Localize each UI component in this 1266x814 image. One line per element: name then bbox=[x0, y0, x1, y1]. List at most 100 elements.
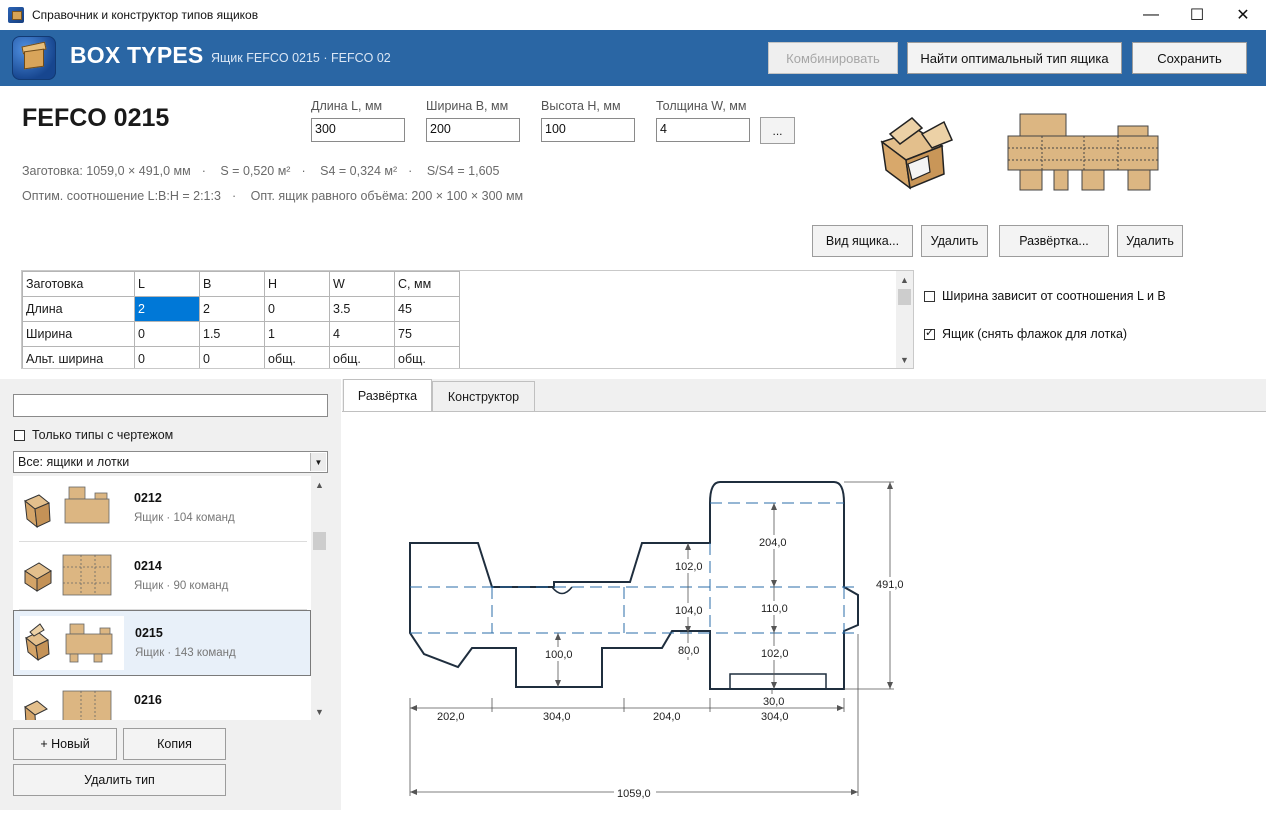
dim-label: 1059,0 bbox=[617, 788, 651, 800]
tab-constructor[interactable]: Конструктор bbox=[432, 381, 535, 412]
dim-label: 102,0 bbox=[761, 648, 789, 660]
grid-header: H bbox=[264, 271, 330, 297]
tab-unfold[interactable]: Развёртка bbox=[343, 379, 432, 412]
unfold-button[interactable]: Развёртка... bbox=[999, 225, 1109, 257]
unfold-drawing-canvas[interactable]: 204,0 102,0 104,0 110,0 80,0 100,0 102,0… bbox=[342, 411, 1266, 810]
thickness-label: Толщина W, мм bbox=[656, 99, 747, 113]
is-box-option[interactable]: Ящик (снять флажок для лотка) bbox=[924, 326, 1127, 341]
optimal-ratio: Оптим. соотношение L:B:H = 2:1:3 bbox=[22, 189, 221, 203]
type-list: 0212 Ящик · 104 команд 0214 Ящик · 90 ко… bbox=[13, 476, 328, 720]
grid-cell[interactable]: 45 bbox=[394, 296, 460, 322]
dim-label: 304,0 bbox=[761, 711, 789, 723]
scroll-up-icon[interactable]: ▲ bbox=[311, 476, 328, 493]
grid-cell[interactable]: 1 bbox=[264, 321, 330, 347]
box-logo-icon bbox=[12, 36, 56, 80]
dim-label: 204,0 bbox=[653, 711, 681, 723]
width-depends-checkbox[interactable] bbox=[924, 290, 935, 302]
maximize-icon[interactable]: ☐ bbox=[1174, 0, 1220, 30]
scroll-down-icon[interactable]: ▼ bbox=[311, 703, 328, 720]
minimize-icon[interactable]: — bbox=[1128, 0, 1174, 30]
item-name: 0215 bbox=[135, 626, 163, 640]
grid-cell[interactable]: общ. bbox=[264, 346, 330, 368]
list-item[interactable]: 0212 Ящик · 104 команд bbox=[13, 476, 311, 542]
width-depends-option[interactable]: Ширина зависит от соотношения L и B bbox=[924, 289, 1166, 303]
box-view-button[interactable]: Вид ящика... bbox=[812, 225, 913, 257]
item-desc: Ящик · 90 команд bbox=[134, 580, 229, 592]
item-name: 0216 bbox=[134, 693, 162, 707]
delete-type-button[interactable]: Удалить тип bbox=[13, 764, 226, 796]
grid-header: L bbox=[134, 271, 200, 297]
grid-cell[interactable]: 2 bbox=[134, 296, 200, 322]
header: BOX TYPES Ящик FEFCO 0215 · FEFCO 02 Ком… bbox=[0, 30, 1266, 86]
item-name: 0212 bbox=[134, 491, 162, 505]
only-with-drawing-option[interactable]: Только типы с чертежом bbox=[14, 428, 173, 442]
save-button[interactable]: Сохранить bbox=[1132, 42, 1247, 74]
grid-cell[interactable]: 3.5 bbox=[329, 296, 395, 322]
dim-label: 104,0 bbox=[675, 605, 703, 617]
list-item-selected[interactable]: 0215 Ящик · 143 команд bbox=[13, 610, 311, 676]
optimal-equal-volume: Опт. ящик равного объёма: 200 × 100 × 30… bbox=[250, 189, 524, 203]
box-thumbnail-icon bbox=[20, 616, 124, 670]
box-3d-view-icon bbox=[880, 117, 954, 190]
width-depends-label: Ширина зависит от соотношения L и B bbox=[942, 289, 1166, 303]
grid-cell[interactable]: 0 bbox=[199, 346, 265, 368]
drawing-tabs: Развёртка Конструктор bbox=[342, 379, 1266, 412]
list-scrollbar[interactable]: ▲ ▼ bbox=[311, 476, 328, 720]
chevron-down-icon[interactable]: ▼ bbox=[310, 453, 326, 471]
grid-scrollbar[interactable]: ▲ ▼ bbox=[896, 271, 913, 368]
type-filter-select[interactable]: Все: ящики и лотки ▼ bbox=[13, 451, 328, 473]
grid-cell[interactable]: 4 bbox=[329, 321, 395, 347]
dim-label: 204,0 bbox=[759, 537, 787, 549]
is-box-checkbox[interactable] bbox=[924, 326, 935, 340]
width-input[interactable]: 200 bbox=[426, 118, 520, 142]
grid-cell[interactable]: 0 bbox=[134, 321, 200, 347]
grid-header: C, мм bbox=[394, 271, 460, 297]
search-input[interactable] bbox=[13, 394, 328, 417]
unfold-preview-icon bbox=[1007, 113, 1159, 191]
thickness-input[interactable]: 4 bbox=[656, 118, 750, 142]
more-params-button[interactable]: ... bbox=[760, 117, 795, 144]
area-s4: S4 = 0,324 м² bbox=[320, 164, 398, 178]
length-input[interactable]: 300 bbox=[311, 118, 405, 142]
scroll-thumb[interactable] bbox=[898, 289, 911, 305]
window-title: Справочник и конструктор типов ящиков bbox=[32, 8, 259, 22]
parameter-grid: Заготовка L B H W C, мм Длина 2 2 0 3.5 … bbox=[21, 270, 914, 369]
height-input[interactable]: 100 bbox=[541, 118, 635, 142]
grid-header: Заготовка bbox=[22, 271, 135, 297]
delete-unfold-button[interactable]: Удалить bbox=[1117, 225, 1183, 257]
grid-cell[interactable]: 1.5 bbox=[199, 321, 265, 347]
box-thumbnail-icon bbox=[19, 683, 123, 720]
box-thumbnail-icon bbox=[19, 481, 123, 535]
grid-cell[interactable]: 2 bbox=[199, 296, 265, 322]
width-label: Ширина B, мм bbox=[426, 99, 509, 113]
window-controls: — ☐ ✕ bbox=[1128, 0, 1266, 30]
copy-type-button[interactable]: Копия bbox=[123, 728, 226, 760]
dim-label: 80,0 bbox=[678, 645, 699, 657]
new-type-button[interactable]: + Новый bbox=[13, 728, 117, 760]
grid-row: Альт. ширина 0 0 общ. общ. общ. bbox=[22, 346, 460, 368]
close-icon[interactable]: ✕ bbox=[1220, 0, 1266, 30]
combine-button[interactable]: Комбинировать bbox=[768, 42, 898, 74]
area-s: S = 0,520 м² bbox=[220, 164, 291, 178]
list-item[interactable]: 0216 bbox=[13, 678, 311, 720]
list-item[interactable]: 0214 Ящик · 90 команд bbox=[13, 544, 311, 610]
grid-cell[interactable]: общ. bbox=[394, 346, 460, 368]
brand-title: BOX TYPES bbox=[70, 42, 204, 68]
dim-label: 100,0 bbox=[545, 649, 573, 661]
height-label: Высота H, мм bbox=[541, 99, 621, 113]
dim-label: 202,0 bbox=[437, 711, 465, 723]
only-with-drawing-checkbox[interactable] bbox=[14, 429, 25, 441]
scroll-down-icon[interactable]: ▼ bbox=[896, 351, 913, 368]
item-desc: Ящик · 104 команд bbox=[134, 512, 235, 524]
grid-cell[interactable]: 75 bbox=[394, 321, 460, 347]
grid-cell[interactable]: 0 bbox=[134, 346, 200, 368]
blank-size: Заготовка: 1059,0 × 491,0 мм bbox=[22, 164, 191, 178]
item-name: 0214 bbox=[134, 559, 162, 573]
find-optimal-button[interactable]: Найти оптимальный тип ящика bbox=[907, 42, 1122, 74]
grid-row-header: Ширина bbox=[22, 321, 135, 347]
scroll-thumb[interactable] bbox=[313, 532, 326, 550]
delete-view-button[interactable]: Удалить bbox=[921, 225, 988, 257]
grid-cell[interactable]: 0 bbox=[264, 296, 330, 322]
scroll-up-icon[interactable]: ▲ bbox=[896, 271, 913, 288]
grid-cell[interactable]: общ. bbox=[329, 346, 395, 368]
